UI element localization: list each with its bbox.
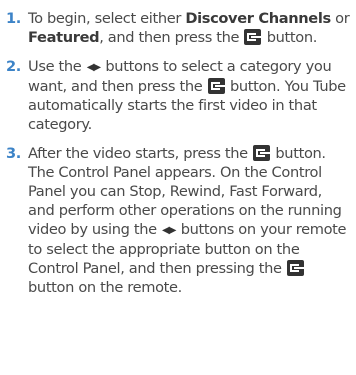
enter-icon (207, 78, 225, 94)
enter-icon (244, 29, 262, 45)
enter-icon (286, 260, 304, 276)
step-text-part: , and then press the (99, 29, 244, 46)
featured-label: Featured (28, 29, 100, 46)
step-text: To begin, select either Discover Channel… (28, 9, 352, 47)
discover-channels-label: Discover Channels (185, 10, 331, 27)
enter-icon (253, 145, 271, 161)
step-text-part: After the video starts, press the (28, 145, 253, 162)
step-text: Use the ◀▶ buttons to select a category … (28, 57, 352, 134)
step-2: 2. Use the ◀▶ buttons to select a catego… (6, 57, 352, 134)
step-text-part: Use the (28, 58, 86, 75)
step-number: 2. (6, 58, 21, 75)
step-3: 3. After the video starts, press the but… (6, 144, 352, 297)
step-1: 1. To begin, select either Discover Chan… (6, 9, 352, 47)
left-right-arrows-icon: ◀▶ (162, 225, 176, 236)
step-text-part: button on the remote. (28, 279, 182, 296)
step-text: After the video starts, press the button… (28, 144, 352, 297)
left-right-arrows-icon: ◀▶ (86, 62, 101, 73)
step-number: 3. (6, 145, 21, 162)
step-number: 1. (6, 10, 21, 27)
step-text-part: button. (262, 29, 318, 46)
instruction-list: 1. To begin, select either Discover Chan… (0, 0, 356, 297)
step-text-part: To begin, select either (28, 10, 186, 27)
step-text-part: or (330, 10, 350, 27)
